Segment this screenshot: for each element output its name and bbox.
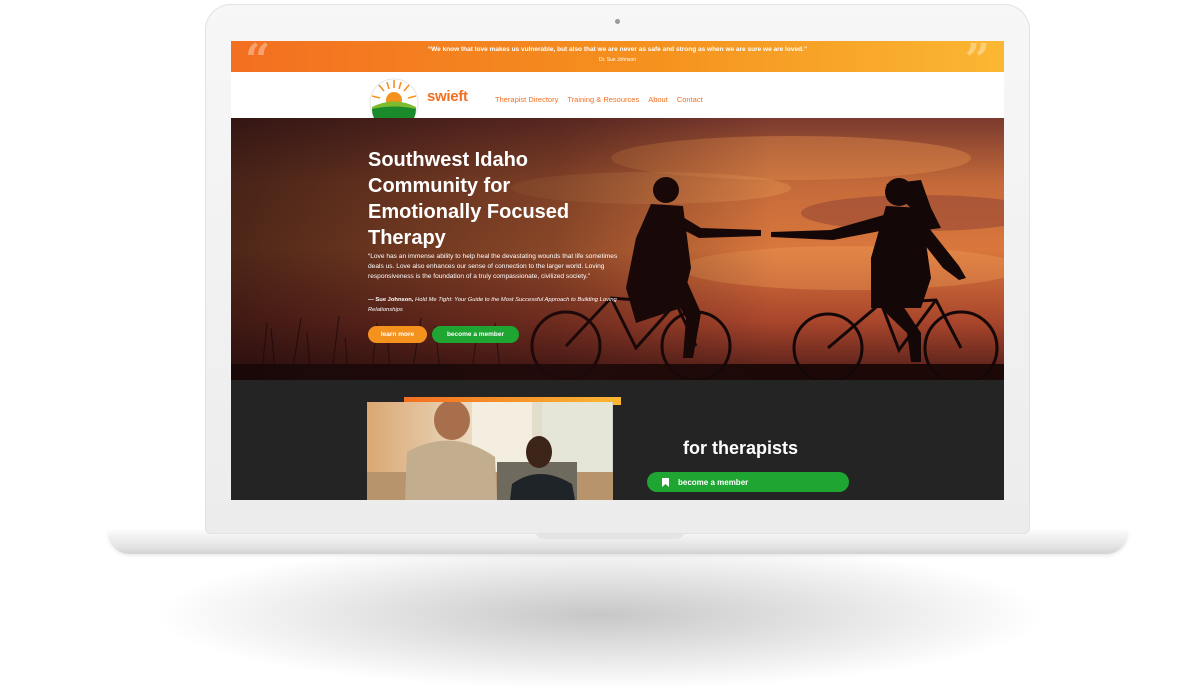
learn-more-button[interactable]: learn more: [368, 326, 427, 343]
camera-icon: [615, 19, 620, 24]
site-header: swieft Therapist Directory Training & Re…: [231, 72, 1004, 130]
hero-quote: “Love has an immense ability to help hea…: [368, 253, 618, 280]
nav-link-therapist-directory[interactable]: Therapist Directory: [495, 95, 558, 104]
therapist-member-button[interactable]: become a member: [647, 472, 849, 492]
hero-citation: — Sue Johnson, Hold Me Tight: Your Guide…: [368, 295, 618, 315]
banner-author: Dr. Sue Johnson: [599, 57, 636, 63]
brand-name[interactable]: swieft: [427, 88, 468, 105]
banner-quote: “We know that love makes us vulnerable, …: [427, 46, 808, 53]
hero-title: Southwest Idaho Community for Emotionall…: [368, 149, 570, 249]
quote-banner: “ ” “We know that love makes us vulnerab…: [231, 41, 1004, 86]
for-therapists-heading: for therapists: [683, 438, 799, 458]
laptop-shadow: [150, 540, 1050, 690]
therapists-section: for therapists become a member: [231, 380, 1004, 500]
citation-author: — Sue Johnson,: [368, 297, 414, 303]
become-member-button[interactable]: become a member: [432, 326, 519, 343]
website-screen: “ ” “We know that love makes us vulnerab…: [231, 41, 1004, 500]
bookmark-icon: [658, 477, 672, 487]
therapist-member-label: become a member: [678, 477, 749, 487]
nav-link-about[interactable]: About: [648, 95, 668, 104]
nav-link-training-resources[interactable]: Training & Resources: [567, 95, 639, 104]
nav-link-contact[interactable]: Contact: [677, 95, 703, 104]
main-nav: Therapist Directory Training & Resources…: [495, 95, 703, 104]
therapy-session-image: [367, 402, 613, 500]
hero-section: Southwest Idaho Community for Emotionall…: [231, 118, 1004, 380]
